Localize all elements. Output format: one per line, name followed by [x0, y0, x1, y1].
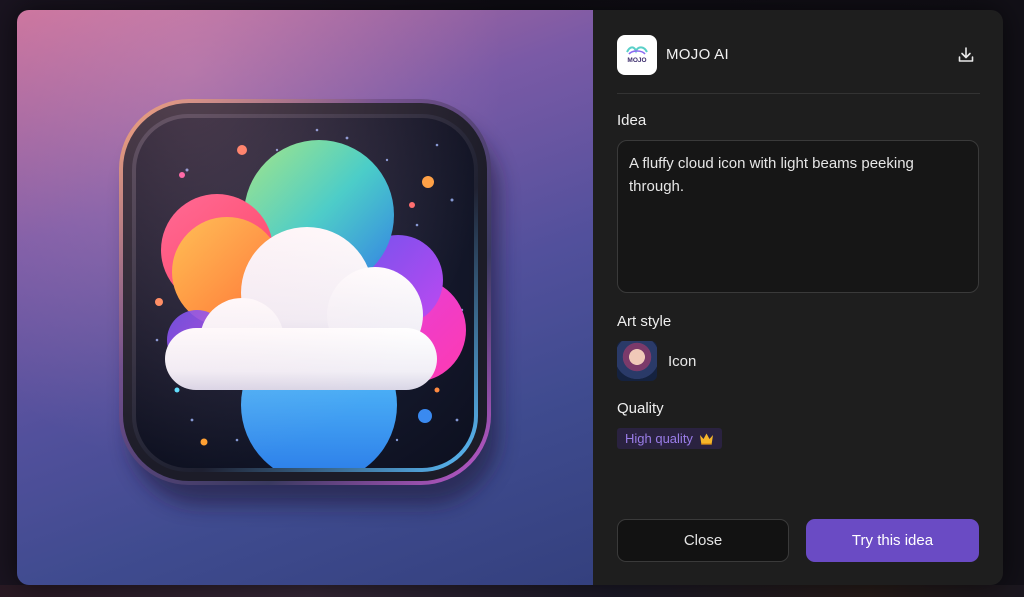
backdrop-strip — [0, 585, 1024, 597]
art-style-option: Icon — [617, 340, 696, 382]
download-icon — [958, 47, 974, 62]
idea-detail-modal: MOJO MOJO AI Idea A fluffy cloud icon wi… — [17, 10, 1003, 585]
quality-label: Quality — [617, 400, 664, 417]
brand-name: MOJO AI — [666, 46, 729, 63]
svg-text:MOJO: MOJO — [627, 57, 646, 64]
quality-badge-text: High quality — [625, 431, 693, 446]
art-style-label: Art style — [617, 313, 672, 330]
mojo-logo-icon: MOJO — [617, 35, 657, 75]
crown-icon — [699, 432, 714, 445]
art-style-name: Icon — [668, 352, 697, 370]
cloud-artwork-image — [119, 99, 499, 505]
idea-label: Idea — [617, 112, 647, 129]
try-this-idea-button[interactable]: Try this idea — [806, 519, 979, 562]
idea-text-field[interactable]: A fluffy cloud icon with light beams pee… — [617, 140, 979, 293]
details-panel: MOJO MOJO AI Idea A fluffy cloud icon wi… — [593, 10, 1003, 585]
close-button[interactable]: Close — [617, 519, 789, 562]
quality-badge: High quality — [617, 428, 722, 449]
panel-header: MOJO MOJO AI — [617, 35, 980, 94]
download-button[interactable] — [952, 41, 980, 69]
artwork-preview — [17, 10, 593, 585]
art-style-thumbnail — [617, 341, 657, 381]
